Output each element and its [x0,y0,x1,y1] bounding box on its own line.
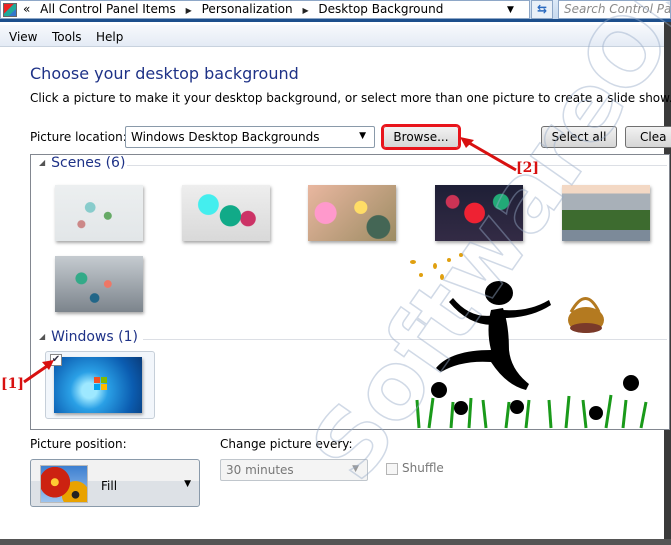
chevron-right-icon[interactable]: ▶ [186,6,192,15]
breadcrumb-personalization[interactable]: Personalization [202,2,293,16]
picture-position-label: Picture position: [30,437,127,451]
wallpaper-thumb-scene-4[interactable] [435,185,523,241]
shuffle-checkbox[interactable] [386,463,398,475]
breadcrumb-all-control-panel-items[interactable]: All Control Panel Items [40,2,176,16]
chevron-down-icon[interactable]: ▼ [507,5,514,15]
window-border [0,539,671,545]
divider [127,165,667,166]
annotation-marker-1: [1] [1,376,24,392]
group-header-scenes[interactable]: ◢ Scenes (6) [39,155,125,171]
chevron-down-icon: ▼ [359,131,366,141]
page-subtitle: Click a picture to make it your desktop … [30,91,671,105]
shuffle-label: Shuffle [402,461,444,475]
basket-icon [568,297,604,333]
menu-help[interactable]: Help [96,30,123,44]
change-picture-label: Change picture every: [220,437,353,451]
browse-button[interactable]: Browse... [381,124,461,150]
refresh-button[interactable]: ⇆ [531,0,553,19]
address-bar: « All Control Panel Items ▶ Personalizat… [0,0,671,22]
collapse-triangle-icon: ◢ [39,158,46,167]
wallpaper-thumb-scene-6[interactable] [55,256,143,312]
breadcrumb-bar[interactable]: « All Control Panel Items ▶ Personalizat… [0,0,530,19]
chevron-down-icon: ▼ [352,464,359,474]
change-picture-value: 30 minutes [226,463,294,477]
running-figure-illustration [410,253,648,429]
collapse-triangle-icon: ◢ [39,332,46,341]
seeds-decoration [410,253,463,280]
wallpaper-tile-windows[interactable]: ✔ [45,351,155,419]
picture-location-label: Picture location: [30,130,127,144]
picture-position-select[interactable]: Fill ▼ [30,459,200,507]
group-title: Scenes (6) [51,155,126,171]
menu-tools[interactable]: Tools [52,30,82,44]
running-man-icon [436,281,551,390]
wallpaper-thumb-windows-7[interactable] [54,357,142,413]
page-title: Choose your desktop background [30,64,299,83]
change-picture-interval-select[interactable]: 30 minutes ▼ [220,459,368,481]
fill-preview-image [40,465,88,503]
chevron-down-icon: ▼ [184,479,191,489]
search-input[interactable]: Search Control Pan [558,0,671,19]
group-title: Windows (1) [51,329,138,345]
select-all-button[interactable]: Select all [541,126,617,148]
menu-view[interactable]: View [9,30,37,44]
annotation-arrow-2 [460,137,517,172]
grass-decoration [415,394,648,429]
clear-all-button[interactable]: Clea [625,126,671,148]
menu-bar: View Tools Help [0,25,664,47]
wallpaper-thumb-scene-1[interactable] [55,185,143,241]
wallpaper-thumb-scene-3[interactable] [308,185,396,241]
chevron-right-icon[interactable]: ▶ [302,6,308,15]
picture-location-select[interactable]: Windows Desktop Backgrounds ▼ [125,126,375,148]
breadcrumb-overflow[interactable]: « [23,2,30,16]
wallpaper-gallery: ◢ Scenes (6) ◢ Windows (1) ✔ [30,154,670,430]
control-panel-icon [3,3,17,17]
annotation-arrow-1 [23,360,54,384]
refresh-icon: ⇆ [536,2,548,16]
group-header-windows[interactable]: ◢ Windows (1) [39,329,138,345]
breadcrumb: « All Control Panel Items ▶ Personalizat… [23,2,449,16]
wallpaper-thumb-scene-2[interactable] [182,185,270,241]
picture-position-value: Fill [101,479,118,493]
picture-location-value: Windows Desktop Backgrounds [131,130,320,144]
windows-logo-icon [94,377,108,391]
breadcrumb-desktop-background[interactable]: Desktop Background [318,2,443,16]
wallpaper-thumb-scene-5[interactable] [562,185,650,241]
